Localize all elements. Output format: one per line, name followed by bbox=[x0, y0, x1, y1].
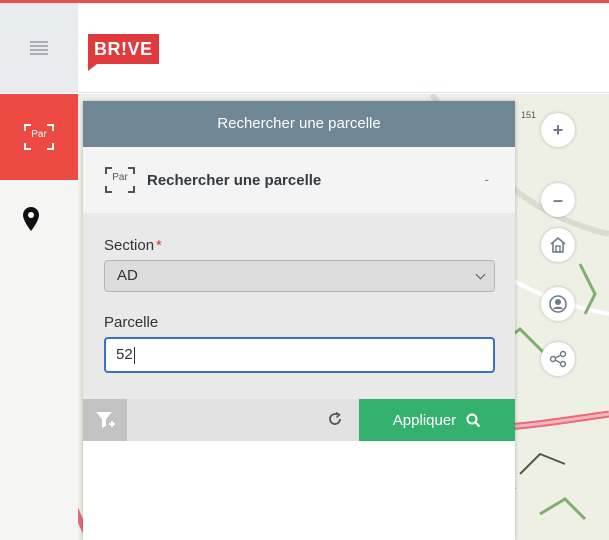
section-label: Section * bbox=[104, 237, 495, 254]
section-select[interactable]: AD bbox=[104, 260, 495, 292]
search-form: Section * AD Parcelle 52 bbox=[83, 213, 515, 399]
share-icon bbox=[549, 350, 567, 368]
home-button[interactable] bbox=[541, 228, 575, 262]
parcel-icon-text: Par bbox=[112, 172, 128, 183]
panel-title: Rechercher une parcelle bbox=[83, 101, 515, 147]
required-mark: * bbox=[156, 237, 162, 254]
user-location-icon bbox=[549, 295, 567, 313]
panel-actions: Appliquer bbox=[83, 399, 515, 441]
panel-subtitle: Rechercher une parcelle bbox=[147, 171, 322, 189]
parcel-icon: Par bbox=[24, 124, 54, 150]
parcel-search-panel: Rechercher une parcelle Par Rechercher u… bbox=[83, 101, 515, 540]
section-select-value: AD bbox=[117, 267, 138, 284]
refresh-icon bbox=[329, 411, 341, 425]
plus-icon: + bbox=[552, 119, 564, 140]
search-icon bbox=[466, 413, 481, 427]
home-icon bbox=[550, 236, 566, 253]
parcelle-label: Parcelle bbox=[104, 314, 159, 331]
apply-button[interactable]: Appliquer bbox=[359, 399, 515, 441]
filter-button[interactable] bbox=[83, 399, 127, 441]
panel-subheader[interactable]: Par Rechercher une parcelle - bbox=[83, 147, 515, 213]
menu-button[interactable] bbox=[0, 3, 78, 93]
zoom-out-button[interactable]: – bbox=[541, 183, 575, 217]
chevron-down-icon bbox=[475, 269, 486, 280]
reset-button[interactable] bbox=[327, 411, 343, 432]
text-caret bbox=[133, 346, 135, 364]
minus-icon: – bbox=[552, 189, 563, 210]
share-button[interactable] bbox=[541, 342, 575, 376]
parcelle-input-value: 52 bbox=[116, 346, 133, 363]
apply-button-label: Appliquer bbox=[392, 411, 457, 429]
parcel-icon-text: Par bbox=[31, 129, 47, 140]
parcel-search-tool-button[interactable]: Par bbox=[0, 94, 78, 180]
road-number-badge: 151 bbox=[521, 110, 537, 120]
parcel-icon: Par bbox=[105, 167, 135, 193]
brand-logo[interactable]: BR!VE bbox=[88, 34, 159, 71]
parcelle-input[interactable]: 52 bbox=[104, 337, 495, 373]
hamburger-icon bbox=[30, 41, 48, 55]
section-label-text: Section bbox=[104, 237, 155, 254]
app-header: BR!VE bbox=[0, 3, 609, 93]
zoom-in-button[interactable]: + bbox=[541, 113, 575, 147]
map-pin-icon[interactable] bbox=[22, 206, 40, 237]
filter-icon bbox=[96, 412, 115, 428]
locate-user-button[interactable] bbox=[541, 287, 575, 321]
collapse-button[interactable]: - bbox=[484, 171, 489, 187]
